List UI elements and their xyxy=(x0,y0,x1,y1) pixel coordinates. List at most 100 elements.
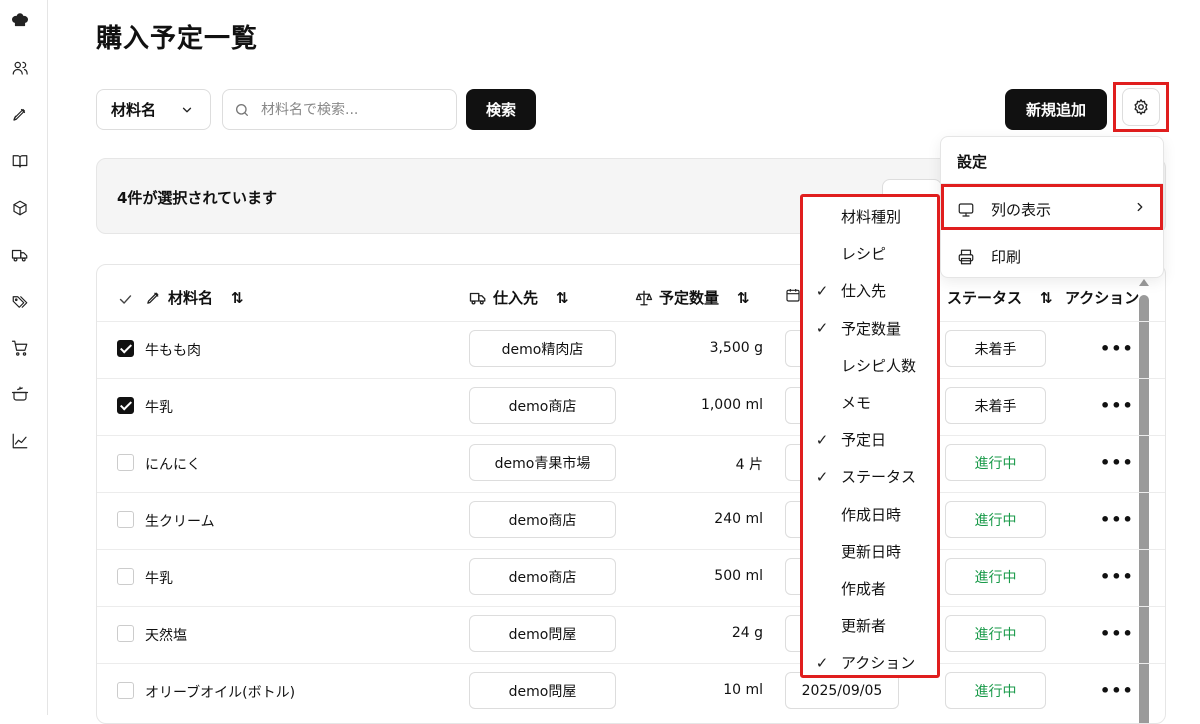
header-material[interactable]: 材料名 ⇅ xyxy=(145,287,244,308)
column-option[interactable]: 材料種別 xyxy=(803,198,937,235)
column-option-label: レシピ人数 xyxy=(841,356,917,375)
menu-item-print-label: 印刷 xyxy=(991,248,1022,266)
cell-supplier[interactable]: demo精肉店 xyxy=(469,330,616,367)
row-checkbox[interactable] xyxy=(117,511,134,528)
row-action-menu-icon[interactable]: ••• xyxy=(1100,453,1134,472)
pen-icon[interactable] xyxy=(10,104,30,124)
row-divider xyxy=(97,492,1165,493)
header-date[interactable] xyxy=(785,287,801,303)
check-icon: ✓ xyxy=(815,467,829,486)
pen-icon xyxy=(147,292,159,304)
row-checkbox[interactable] xyxy=(117,568,134,585)
settings-button[interactable] xyxy=(1122,88,1160,126)
column-option[interactable]: メモ xyxy=(803,384,937,421)
box-icon[interactable] xyxy=(10,198,30,218)
column-option[interactable]: レシピ xyxy=(803,235,937,272)
cell-status[interactable]: 進行中 xyxy=(945,672,1046,709)
chef-hat-icon[interactable] xyxy=(10,11,30,31)
page-title: 購入予定一覧 xyxy=(96,24,259,54)
cell-supplier[interactable]: demo商店 xyxy=(469,558,616,595)
sort-icon[interactable]: ⇅ xyxy=(556,289,569,307)
row-checkbox[interactable] xyxy=(117,682,134,699)
column-option[interactable]: 更新日時 xyxy=(803,533,937,570)
check-icon: ✓ xyxy=(815,281,829,300)
sidebar xyxy=(0,0,48,715)
check-icon: ✓ xyxy=(815,653,829,672)
column-option[interactable]: ✓ 予定数量 xyxy=(803,310,937,347)
cart-icon[interactable] xyxy=(10,338,30,358)
sort-icon[interactable]: ⇅ xyxy=(231,289,244,307)
cell-material: オリーブオイル(ボトル) xyxy=(145,685,296,701)
search-box[interactable] xyxy=(222,89,457,130)
column-option[interactable]: レシピ人数 xyxy=(803,347,937,384)
cell-status[interactable]: 未着手 xyxy=(945,387,1046,424)
cell-supplier[interactable]: demo問屋 xyxy=(469,615,616,652)
column-option[interactable]: ✓ 予定日 xyxy=(803,421,937,458)
cell-status[interactable]: 進行中 xyxy=(945,444,1046,481)
filter-select[interactable]: 材料名 xyxy=(96,89,211,130)
tags-icon[interactable] xyxy=(10,292,30,312)
selection-count: 4件が選択されています xyxy=(117,189,277,207)
users-icon[interactable] xyxy=(10,58,30,78)
truck-icon xyxy=(469,292,486,305)
row-checkbox[interactable] xyxy=(117,397,134,414)
header-status-label: ステータス xyxy=(947,289,1023,307)
row-action-menu-icon[interactable]: ••• xyxy=(1100,396,1134,415)
cell-status[interactable]: 進行中 xyxy=(945,501,1046,538)
cell-quantity: 4 片 xyxy=(735,457,763,473)
column-option-label: 作成者 xyxy=(841,580,887,598)
add-button[interactable]: 新規追加 xyxy=(1005,89,1107,130)
column-option[interactable]: 更新者 xyxy=(803,607,937,644)
row-action-menu-icon[interactable]: ••• xyxy=(1100,624,1134,643)
header-status[interactable]: ステータス ⇅ xyxy=(947,287,1053,308)
column-option-label: 更新者 xyxy=(841,617,887,636)
calendar-icon xyxy=(786,289,800,302)
search-input[interactable] xyxy=(261,101,441,118)
row-action-menu-icon[interactable]: ••• xyxy=(1100,681,1134,700)
cell-status[interactable]: 進行中 xyxy=(945,558,1046,595)
cell-status[interactable]: 進行中 xyxy=(945,615,1046,652)
truck-icon[interactable] xyxy=(10,245,30,265)
cell-supplier[interactable]: demo商店 xyxy=(469,501,616,538)
header-quantity[interactable]: 予定数量 ⇅ xyxy=(635,287,750,308)
column-option[interactable]: 作成日時 xyxy=(803,496,937,533)
column-option-label: 更新日時 xyxy=(841,542,902,561)
column-option[interactable]: ✓ ステータス xyxy=(803,458,937,495)
chart-icon[interactable] xyxy=(10,431,30,451)
cooking-pot-icon[interactable] xyxy=(10,384,30,404)
cell-quantity: 3,500 g xyxy=(709,340,763,356)
scrollbar[interactable] xyxy=(1139,295,1149,723)
column-option[interactable]: ✓ 仕入先 xyxy=(803,272,937,309)
row-divider xyxy=(97,663,1165,664)
check-icon: ✓ xyxy=(815,430,829,449)
filter-select-label: 材料名 xyxy=(111,101,157,119)
row-checkbox[interactable] xyxy=(117,625,134,642)
cell-material: 牛乳 xyxy=(145,400,173,416)
row-action-menu-icon[interactable]: ••• xyxy=(1100,567,1134,586)
column-visibility-menu: 材料種別レシピ ✓ 仕入先 ✓ 予定数量レシピ人数メモ ✓ 予定日 ✓ ステータス 作成日時更新日… xyxy=(800,194,940,678)
header-supplier[interactable]: 仕入先 ⇅ xyxy=(469,287,569,308)
row-action-menu-icon[interactable]: ••• xyxy=(1100,339,1134,358)
columns-item-highlight[interactable] xyxy=(941,184,1163,230)
cell-supplier[interactable]: demo商店 xyxy=(469,387,616,424)
select-all-checkbox[interactable] xyxy=(117,291,134,308)
column-option[interactable]: ✓ アクション xyxy=(803,644,937,681)
cell-supplier[interactable]: demo青果市場 xyxy=(469,444,616,481)
header-quantity-label: 予定数量 xyxy=(659,289,720,307)
sort-icon[interactable]: ⇅ xyxy=(737,289,750,307)
row-action-menu-icon[interactable]: ••• xyxy=(1100,510,1134,529)
sort-icon[interactable]: ⇅ xyxy=(1040,289,1053,307)
cell-quantity: 240 ml xyxy=(714,511,763,527)
column-option[interactable]: 作成者 xyxy=(803,570,937,607)
column-option-label: 材料種別 xyxy=(841,208,902,226)
settings-button-highlight[interactable] xyxy=(1113,82,1169,132)
cell-quantity: 24 g xyxy=(731,625,763,641)
search-button[interactable]: 検索 xyxy=(466,89,536,130)
book-icon[interactable] xyxy=(10,151,30,171)
row-checkbox[interactable] xyxy=(117,340,134,357)
row-checkbox[interactable] xyxy=(117,454,134,471)
cell-status[interactable]: 未着手 xyxy=(945,330,1046,367)
cell-supplier[interactable]: demo問屋 xyxy=(469,672,616,709)
scroll-up-arrow[interactable] xyxy=(1139,279,1149,286)
menu-item-print[interactable]: 印刷 xyxy=(957,246,1021,267)
